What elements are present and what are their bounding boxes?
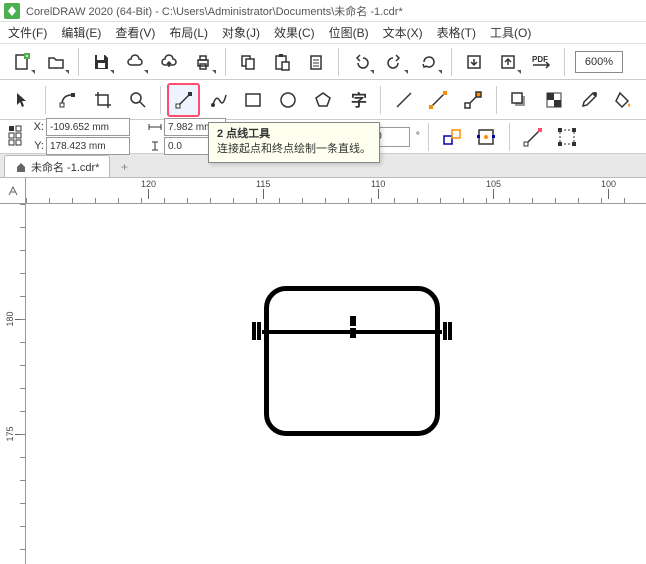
menu-edit[interactable]: 编辑(E)	[61, 24, 101, 41]
document-tab[interactable]: 未命名 -1.cdr*	[4, 155, 110, 177]
x-input[interactable]: -109.652 mm	[46, 118, 130, 136]
repeat-button[interactable]	[413, 47, 445, 77]
export-button[interactable]	[492, 47, 524, 77]
redo-button[interactable]	[379, 47, 411, 77]
line-style-icon[interactable]	[518, 123, 548, 151]
y-input[interactable]: 178.423 mm	[46, 137, 130, 155]
import-button[interactable]	[458, 47, 490, 77]
separator	[380, 86, 381, 114]
svg-text:字: 字	[351, 91, 367, 110]
tooltip: 2 点线工具 连接起点和终点绘制一条直线。	[208, 122, 380, 163]
separator	[428, 123, 429, 151]
snap-option1-icon[interactable]	[437, 123, 467, 151]
pdf-button[interactable]: PDF	[526, 47, 558, 77]
menu-effects[interactable]: 效果(C)	[274, 24, 315, 41]
separator	[225, 48, 226, 76]
rectangle-tool[interactable]	[237, 83, 270, 117]
eyedropper-tool[interactable]	[572, 83, 605, 117]
add-tab-button[interactable]: +	[114, 157, 134, 177]
rounded-rectangle[interactable]	[264, 286, 440, 436]
toolbox: 字	[0, 80, 646, 120]
menu-layout[interactable]: 布局(L)	[169, 24, 208, 41]
clipboard-button[interactable]	[300, 47, 332, 77]
selection-handle[interactable]	[448, 322, 452, 340]
selection-handle[interactable]	[350, 328, 356, 338]
zoom-tool[interactable]	[121, 83, 154, 117]
separator	[45, 86, 46, 114]
menu-text[interactable]: 文本(X)	[383, 24, 423, 41]
x-label: X:	[30, 121, 44, 133]
tooltip-title: 2 点线工具	[217, 127, 371, 142]
open-button[interactable]	[40, 47, 72, 77]
save-button[interactable]	[85, 47, 117, 77]
cloud-button[interactable]	[119, 47, 151, 77]
menu-tools[interactable]: 工具(O)	[490, 24, 531, 41]
two-point-line-tool[interactable]	[167, 83, 200, 117]
separator	[564, 48, 565, 76]
ruler-vertical[interactable]: 180175	[0, 204, 26, 564]
new-button[interactable]	[6, 47, 38, 77]
height-icon	[148, 141, 162, 151]
menu-object[interactable]: 对象(J)	[222, 24, 260, 41]
bounding-box-icon[interactable]	[552, 123, 582, 151]
selection-handle[interactable]	[252, 322, 256, 340]
ellipse-tool[interactable]	[272, 83, 305, 117]
drawn-shape[interactable]	[264, 286, 440, 436]
degree-label: °	[416, 131, 420, 142]
tab-label: 未命名 -1.cdr*	[31, 159, 99, 175]
separator	[496, 86, 497, 114]
print-button[interactable]	[187, 47, 219, 77]
canvas[interactable]	[26, 204, 646, 564]
zoom-level[interactable]: 600%	[575, 51, 623, 73]
snap-option2-icon[interactable]	[471, 123, 501, 151]
cloud-upload-button[interactable]	[153, 47, 185, 77]
y-label: Y:	[30, 140, 44, 152]
app-icon	[4, 3, 20, 19]
separator	[451, 48, 452, 76]
property-bar: X: -109.652 mm Y: 178.423 mm 7.982 mm 0.…	[0, 120, 646, 154]
selection-handle[interactable]	[443, 322, 447, 340]
crop-tool[interactable]	[87, 83, 120, 117]
selection-handle[interactable]	[257, 322, 261, 340]
menu-bar: 文件(F) 编辑(E) 查看(V) 布局(L) 对象(J) 效果(C) 位图(B…	[0, 22, 646, 44]
text-tool[interactable]: 字	[341, 83, 374, 117]
tooltip-desc: 连接起点和终点绘制一条直线。	[217, 142, 371, 157]
window-title: CorelDRAW 2020 (64-Bit) - C:\Users\Admin…	[26, 3, 403, 19]
connector-tool[interactable]	[422, 83, 455, 117]
title-bar: CorelDRAW 2020 (64-Bit) - C:\Users\Admin…	[0, 0, 646, 22]
width-icon	[148, 122, 162, 132]
separator	[160, 86, 161, 114]
paste-button[interactable]	[266, 47, 298, 77]
home-icon	[15, 161, 27, 173]
polygon-tool[interactable]	[307, 83, 340, 117]
ruler-origin[interactable]	[0, 178, 26, 204]
menu-file[interactable]: 文件(F)	[8, 24, 47, 41]
menu-bitmap[interactable]: 位图(B)	[329, 24, 369, 41]
menu-table[interactable]: 表格(T)	[437, 24, 476, 41]
copy-button[interactable]	[232, 47, 264, 77]
undo-button[interactable]	[345, 47, 377, 77]
separator	[78, 48, 79, 76]
transparency-tool[interactable]	[537, 83, 570, 117]
pick-tool[interactable]	[6, 83, 39, 117]
position-icon	[6, 123, 26, 151]
fill-tool[interactable]	[607, 83, 640, 117]
selection-handle[interactable]	[350, 316, 356, 326]
artistic-media-tool[interactable]	[202, 83, 235, 117]
shadow-tool[interactable]	[503, 83, 536, 117]
ruler-horizontal[interactable]: 120115110105100	[26, 178, 646, 204]
standard-toolbar: PDF 600%	[0, 44, 646, 80]
shape-tool[interactable]	[52, 83, 85, 117]
dimension-tool[interactable]	[457, 83, 490, 117]
separator	[338, 48, 339, 76]
line-tool[interactable]	[387, 83, 420, 117]
separator	[509, 123, 510, 151]
menu-view[interactable]: 查看(V)	[115, 24, 155, 41]
